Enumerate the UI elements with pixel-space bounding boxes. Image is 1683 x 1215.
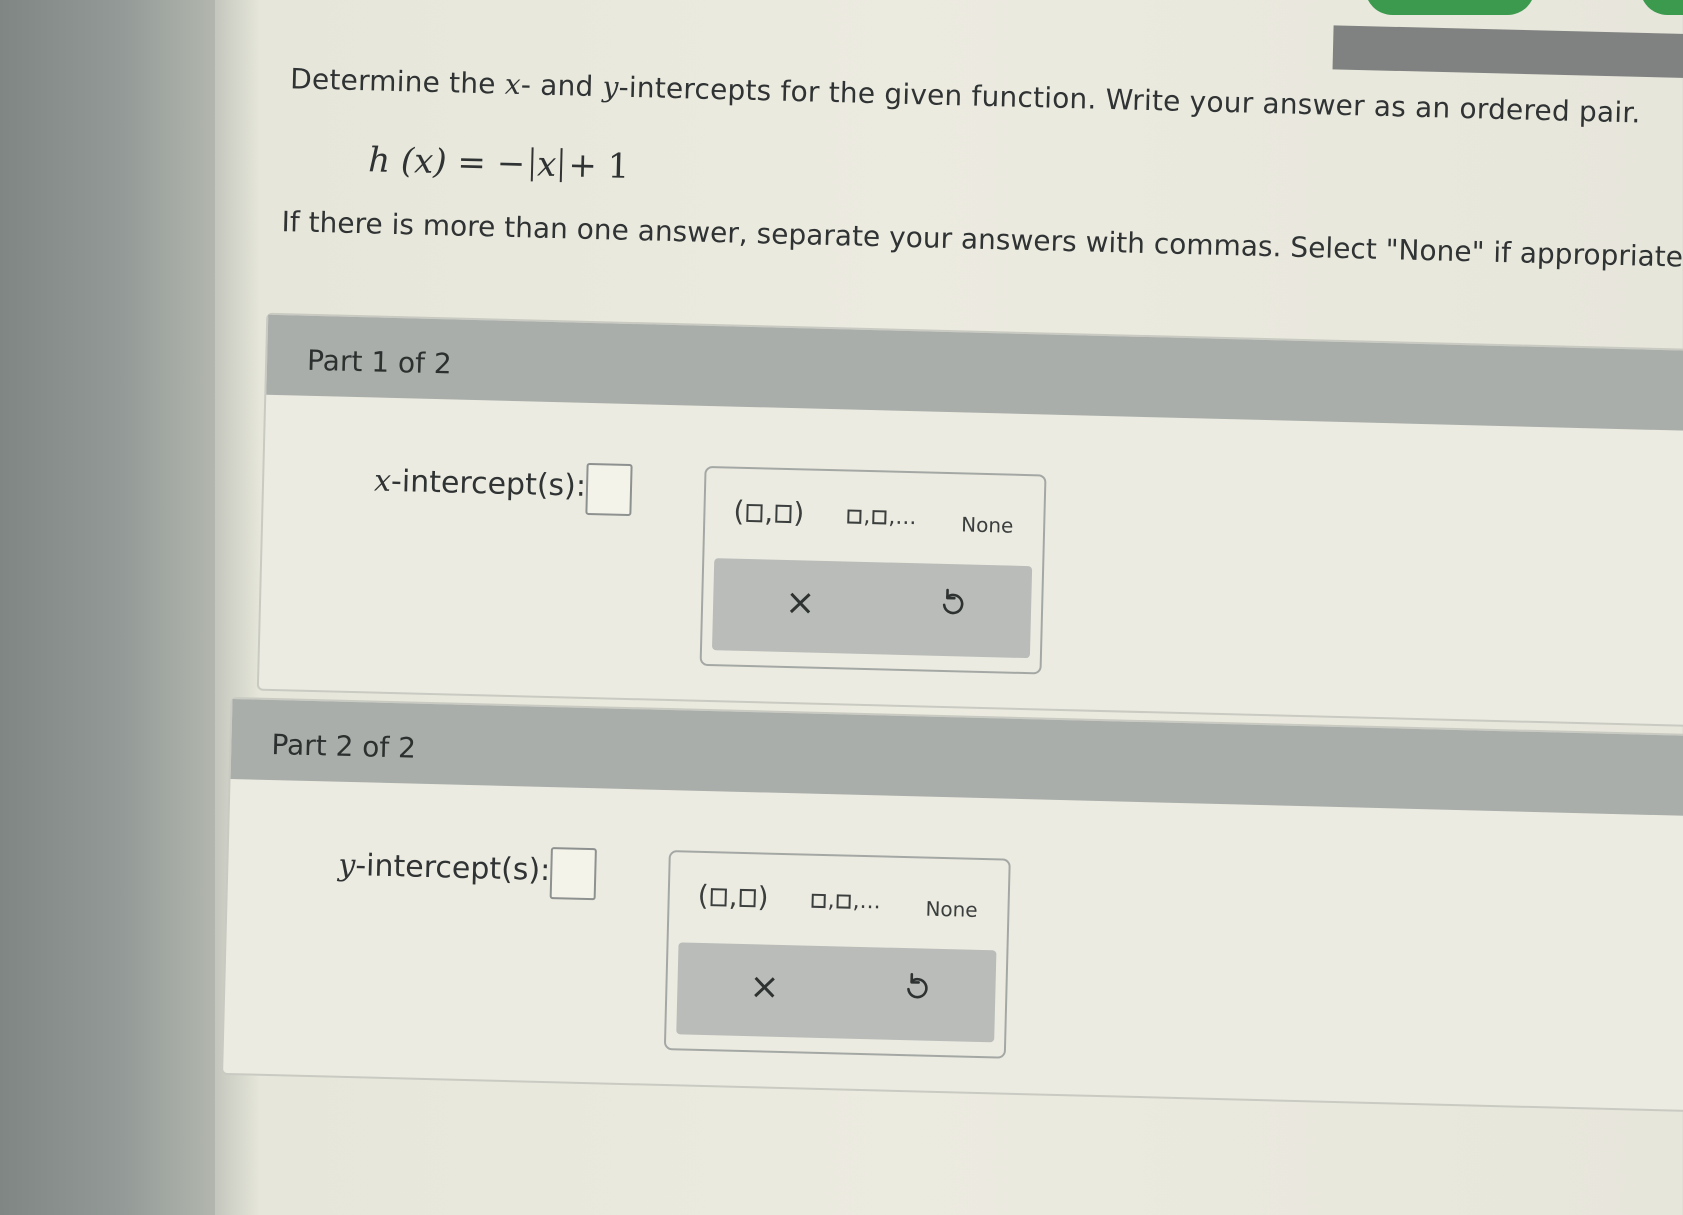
- ordered-pair-button[interactable]: (,): [733, 495, 805, 530]
- part-2-panel: Part 2 of 2 y-intercept(s): (,) ,,... No…: [221, 696, 1683, 1114]
- keypad-actions: ×: [711, 558, 1033, 659]
- none-button[interactable]: None: [925, 897, 978, 922]
- placeholder-square-icon: [775, 504, 792, 524]
- list-button[interactable]: ,,...: [845, 503, 917, 530]
- undo-icon[interactable]: [903, 972, 930, 1003]
- x-intercept-label: x-intercept(s):: [373, 463, 587, 504]
- keypad-actions: ×: [676, 942, 997, 1043]
- x-intercept-keypad: (,) ,,... None ×: [699, 465, 1047, 675]
- placeholder-square-icon: [746, 503, 763, 523]
- question-text: Determine the x- and y-intercepts for th…: [289, 62, 1641, 130]
- ordered-pair-button[interactable]: (,): [697, 879, 769, 914]
- x-intercept-input[interactable]: [585, 462, 633, 517]
- part-1-panel: Part 1 of 2 x-intercept(s): (,) ,,... No…: [256, 312, 1683, 730]
- list-button[interactable]: ,,...: [809, 888, 881, 914]
- none-button[interactable]: None: [961, 512, 1014, 537]
- placeholder-square-icon: [836, 894, 851, 909]
- y-intercept-keypad: (,) ,,... None ×: [663, 850, 1011, 1059]
- y-intercept-input[interactable]: [549, 847, 597, 901]
- top-action-button-secondary[interactable]: [1640, 0, 1683, 15]
- part-1-header: Part 1 of 2: [266, 314, 1683, 434]
- y-intercept-label: y-intercept(s):: [337, 847, 551, 889]
- var-x: x: [504, 67, 522, 102]
- var-y: y: [602, 70, 620, 104]
- top-action-button[interactable]: [1365, 0, 1535, 15]
- absolute-value: x: [530, 145, 563, 185]
- instructions-text: If there is more than one answer, separa…: [281, 205, 1683, 274]
- assignment-content: Determine the x- and y-intercepts for th…: [0, 0, 1683, 1215]
- close-icon[interactable]: ×: [749, 966, 780, 1008]
- placeholder-square-icon: [847, 509, 862, 524]
- placeholder-square-icon: [739, 888, 756, 908]
- function-formula: h (x) = − x + 1: [367, 140, 630, 187]
- undo-icon[interactable]: [939, 588, 966, 619]
- placeholder-square-icon: [811, 893, 826, 909]
- placeholder-square-icon: [872, 510, 887, 525]
- placeholder-square-icon: [710, 888, 727, 907]
- close-icon[interactable]: ×: [785, 582, 816, 624]
